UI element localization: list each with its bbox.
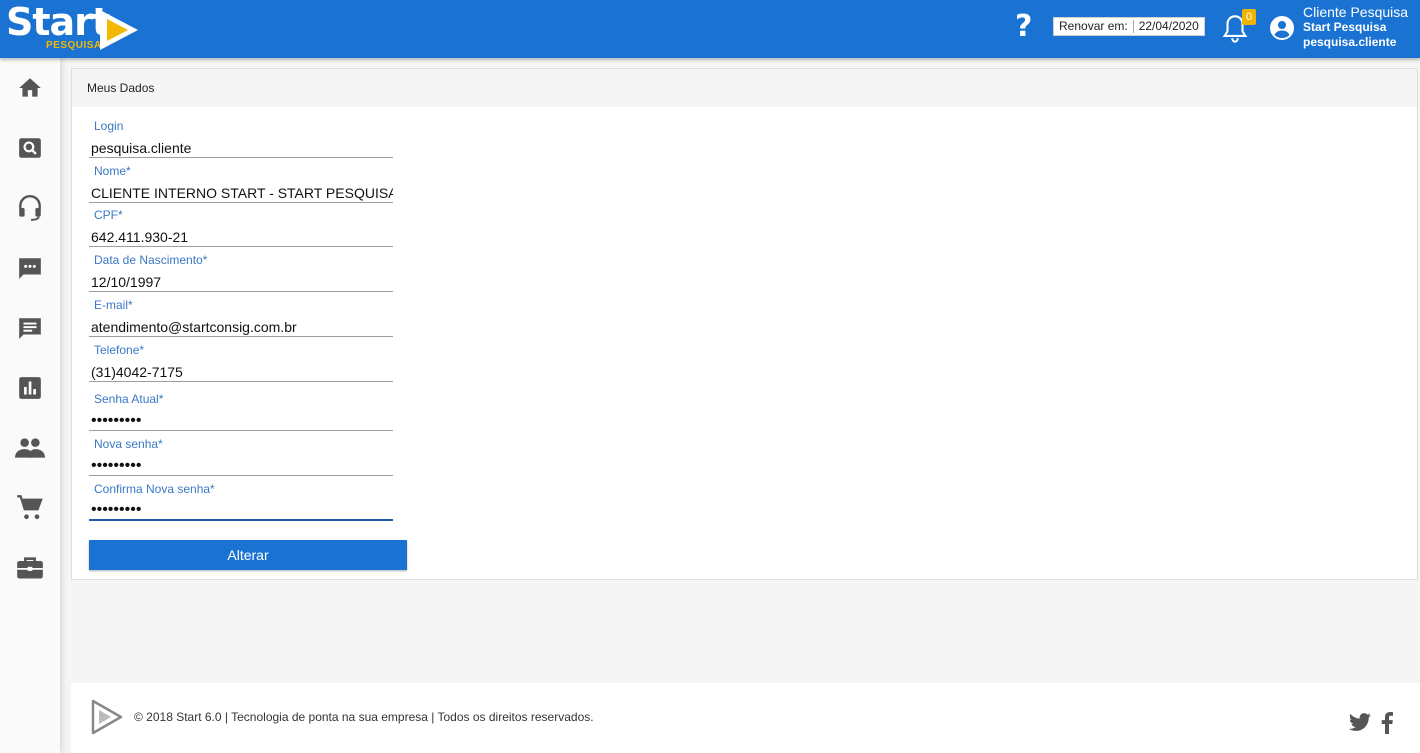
briefcase-icon (17, 557, 43, 579)
play-logo-icon (100, 10, 138, 50)
top-header: Start PESQUISA ? Renovar em: 22/04/2020 … (0, 0, 1420, 58)
new-password-field: Nova senha* (89, 437, 393, 482)
cpf-field: CPF* (89, 208, 393, 253)
user-name: Cliente Pesquisa (1303, 4, 1409, 20)
birthdate-label: Data de Nascimento* (94, 253, 208, 267)
new-password-label: Nova senha* (94, 437, 163, 451)
sidebar-item-shop[interactable] (0, 488, 60, 528)
home-icon (19, 78, 41, 97)
notification-badge: 0 (1242, 9, 1256, 25)
confirm-password-input[interactable] (89, 501, 393, 521)
people-icon (15, 438, 45, 458)
sidebar-item-business[interactable] (0, 548, 60, 588)
confirm-password-field: Confirma Nova senha* (89, 482, 393, 527)
cpf-input[interactable] (89, 227, 393, 247)
new-password-input[interactable] (89, 456, 393, 476)
login-label: Login (94, 119, 124, 133)
phone-input[interactable] (89, 362, 393, 382)
sidebar-item-users[interactable] (0, 428, 60, 468)
user-company: Start Pesquisa (1303, 20, 1387, 34)
twitter-icon[interactable] (1348, 713, 1372, 733)
message-icon (19, 318, 41, 339)
my-data-panel: Meus Dados Login Nome* CPF* Data de Nasc… (71, 68, 1418, 580)
confirm-password-label: Confirma Nova senha* (94, 482, 215, 496)
help-icon[interactable]: ? (1015, 9, 1032, 44)
sidebar-item-search[interactable] (0, 128, 60, 168)
phone-label: Telefone* (94, 343, 145, 357)
sidebar-item-home[interactable] (0, 68, 60, 108)
renew-date: 22/04/2020 (1138, 19, 1199, 33)
name-field: Nome* (89, 164, 393, 209)
start-logo[interactable]: Start PESQUISA (6, 0, 146, 56)
headset-icon (19, 194, 41, 221)
birthdate-field: Data de Nascimento* (89, 253, 393, 298)
bar-chart-icon (19, 377, 41, 399)
email-field: E-mail* (89, 298, 393, 343)
current-password-label: Senha Atual* (94, 392, 164, 406)
current-password-field: Senha Atual* (89, 392, 393, 437)
renew-box: Renovar em: 22/04/2020 (1053, 17, 1205, 36)
name-input[interactable] (89, 183, 393, 203)
footer-logo-icon (91, 699, 123, 735)
footer: © 2018 Start 6.0 | Tecnologia de ponta n… (71, 683, 1420, 753)
user-login: pesquisa.cliente (1303, 35, 1397, 49)
user-avatar-icon[interactable] (1270, 16, 1294, 40)
current-password-input[interactable] (89, 411, 393, 431)
sidebar-item-reports[interactable] (0, 368, 60, 408)
alterar-button[interactable]: Alterar (89, 540, 407, 570)
panel-title: Meus Dados (72, 69, 1417, 107)
name-label: Nome* (94, 164, 131, 178)
facebook-icon[interactable] (1381, 712, 1393, 734)
user-info[interactable]: Cliente Pesquisa Start Pesquisa pesquisa… (1303, 5, 1408, 50)
phone-field: Telefone* (89, 343, 393, 388)
cpf-label: CPF* (94, 208, 123, 222)
email-input[interactable] (89, 317, 393, 337)
birthdate-input[interactable] (89, 272, 393, 292)
sidebar-item-messages[interactable] (0, 308, 60, 348)
sidebar-item-support[interactable] (0, 188, 60, 228)
search-icon (19, 138, 41, 158)
sidebar-item-chat[interactable] (0, 248, 60, 288)
footer-copyright: © 2018 Start 6.0 | Tecnologia de ponta n… (134, 710, 594, 724)
login-input[interactable] (89, 138, 393, 158)
sidebar (0, 58, 60, 753)
cart-icon (17, 495, 43, 520)
email-label: E-mail* (94, 298, 133, 312)
renew-label: Renovar em: (1059, 19, 1128, 33)
chat-icon (19, 258, 41, 279)
login-field: Login (89, 119, 393, 164)
